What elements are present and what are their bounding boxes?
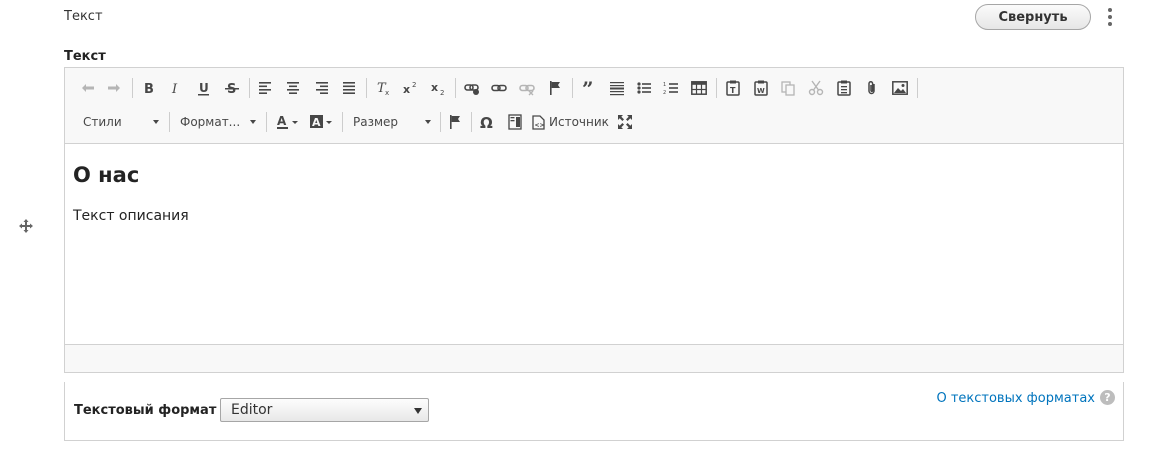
collapse-button[interactable]: Свернуть bbox=[975, 4, 1091, 30]
format-label: Формат... bbox=[180, 115, 241, 129]
styles-dropdown[interactable]: Стили bbox=[75, 110, 165, 134]
paste-text-icon[interactable]: T bbox=[721, 76, 745, 100]
svg-text:x: x bbox=[385, 89, 389, 96]
size-label: Размер bbox=[353, 115, 399, 129]
bulleted-list-icon[interactable] bbox=[632, 76, 656, 100]
text-format-label: Текстовый формат bbox=[74, 403, 217, 418]
anchor-flag-icon[interactable] bbox=[443, 110, 467, 134]
source-button[interactable]: <> Источник bbox=[532, 110, 609, 134]
blockquote-icon[interactable]: ” bbox=[577, 76, 601, 100]
editor-status-bar bbox=[65, 344, 1123, 372]
svg-text:U: U bbox=[199, 81, 209, 95]
svg-text:Ω: Ω bbox=[480, 114, 493, 130]
more-options-icon[interactable] bbox=[1102, 8, 1118, 28]
chevron-down-icon bbox=[153, 120, 159, 124]
show-blocks-icon[interactable] bbox=[503, 110, 527, 134]
underline-icon[interactable]: U bbox=[192, 76, 216, 100]
editor-toolbar: B I U S Tx x2 x2 ” 12 T W Стили Формат..… bbox=[65, 68, 1123, 144]
bold-icon[interactable]: B bbox=[137, 76, 161, 100]
text-format-wrapper: Текстовый формат Editor О текстовых форм… bbox=[64, 382, 1124, 441]
insert-link-icon[interactable] bbox=[460, 76, 484, 100]
svg-text:x: x bbox=[431, 81, 438, 94]
source-label: Источник bbox=[549, 115, 609, 129]
align-justify-icon[interactable] bbox=[337, 76, 361, 100]
text-format-value: Editor bbox=[231, 402, 273, 418]
drag-handle-icon[interactable] bbox=[18, 218, 34, 234]
attachment-icon[interactable] bbox=[860, 76, 884, 100]
source-icon: <> bbox=[532, 114, 545, 130]
text-format-select[interactable]: Editor bbox=[220, 398, 429, 422]
chevron-down-icon bbox=[414, 408, 422, 414]
italic-icon[interactable]: I bbox=[164, 76, 188, 100]
field-label: Текст bbox=[64, 49, 106, 64]
svg-text:W: W bbox=[757, 87, 765, 95]
format-dropdown[interactable]: Формат... bbox=[172, 110, 262, 134]
unlink-icon[interactable] bbox=[515, 76, 539, 100]
copy-icon[interactable] bbox=[776, 76, 800, 100]
align-left-icon[interactable] bbox=[254, 76, 278, 100]
svg-text:A: A bbox=[312, 116, 321, 129]
content-paragraph: Текст описания bbox=[73, 208, 189, 224]
anchor-flag-icon[interactable] bbox=[543, 76, 567, 100]
superscript-icon[interactable]: x2 bbox=[398, 76, 422, 100]
redo-icon[interactable] bbox=[102, 76, 126, 100]
numbered-list-icon[interactable]: 12 bbox=[659, 76, 683, 100]
svg-text:A: A bbox=[277, 114, 287, 128]
text-formats-help-link[interactable]: О текстовых форматах bbox=[936, 391, 1095, 406]
chevron-down-icon bbox=[425, 120, 431, 124]
field-group-title: Текст bbox=[64, 9, 103, 24]
undo-icon[interactable] bbox=[76, 76, 100, 100]
svg-text:B: B bbox=[144, 82, 154, 96]
table-icon[interactable] bbox=[687, 76, 711, 100]
help-icon[interactable]: ? bbox=[1100, 390, 1115, 405]
rich-text-editor: B I U S Tx x2 x2 ” 12 T W Стили Формат..… bbox=[64, 67, 1124, 373]
strikethrough-icon[interactable]: S bbox=[220, 76, 244, 100]
cut-icon[interactable] bbox=[804, 76, 828, 100]
svg-text:<>: <> bbox=[535, 122, 545, 129]
link-icon[interactable] bbox=[487, 76, 511, 100]
svg-text:I: I bbox=[171, 82, 178, 96]
align-center-icon[interactable] bbox=[281, 76, 305, 100]
paste-icon[interactable] bbox=[832, 76, 856, 100]
horizontal-rule-icon[interactable] bbox=[605, 76, 629, 100]
svg-text:”: ” bbox=[582, 80, 594, 96]
background-color-icon[interactable]: A bbox=[307, 110, 337, 134]
styles-label: Стили bbox=[83, 115, 122, 129]
remove-format-icon[interactable]: Tx bbox=[371, 76, 395, 100]
maximize-icon[interactable] bbox=[613, 110, 637, 134]
svg-text:1: 1 bbox=[663, 82, 666, 88]
svg-text:2: 2 bbox=[440, 89, 444, 96]
svg-text:T: T bbox=[730, 86, 736, 95]
paste-from-word-icon[interactable]: W bbox=[749, 76, 773, 100]
content-heading: О нас bbox=[73, 163, 140, 187]
text-color-icon[interactable]: A bbox=[273, 110, 303, 134]
chevron-down-icon bbox=[250, 120, 256, 124]
subscript-icon[interactable]: x2 bbox=[426, 76, 450, 100]
editor-content-area[interactable]: О нас Текст описания bbox=[65, 144, 1123, 344]
svg-text:x: x bbox=[403, 83, 410, 96]
special-character-icon[interactable]: Ω bbox=[475, 110, 499, 134]
svg-text:2: 2 bbox=[663, 90, 666, 96]
svg-text:2: 2 bbox=[412, 81, 416, 89]
size-dropdown[interactable]: Размер bbox=[345, 110, 437, 134]
align-right-icon[interactable] bbox=[309, 76, 333, 100]
image-icon[interactable] bbox=[888, 76, 912, 100]
